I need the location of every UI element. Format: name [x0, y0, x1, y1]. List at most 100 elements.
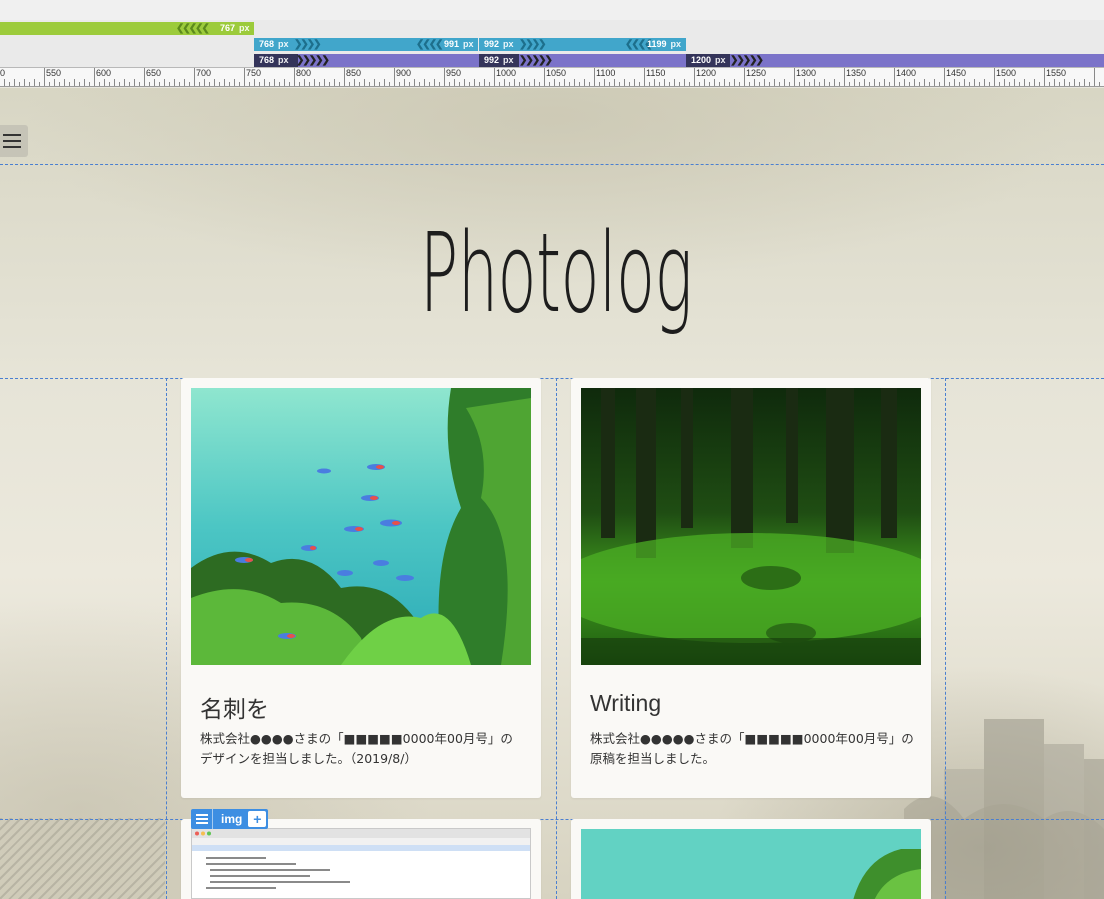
card-description[interactable]: 株式会社●●●●●さまの「■■■■■0000年00月号」の原稿を担当しました。 [590, 729, 914, 769]
ruler-tick [539, 82, 540, 86]
ruler-tick [879, 82, 880, 86]
ruler-tick [1014, 79, 1015, 86]
ruler-label: 950 [446, 68, 462, 78]
ruler-tick [109, 82, 110, 86]
chevron-left-icon: ❮❮❮❮❮ [176, 23, 210, 34]
ruler-tick [144, 68, 145, 86]
ruler-tick [359, 82, 360, 86]
ruler-tick [919, 82, 920, 86]
card-title[interactable]: Writing [590, 690, 661, 717]
media-query-min-992[interactable]: 992 px [479, 54, 519, 67]
ruler-tick [1044, 68, 1045, 86]
ruler-tick [1039, 82, 1040, 86]
ruler-tick [154, 79, 155, 86]
ruler-tick [654, 79, 655, 86]
ruler-tick [819, 82, 820, 86]
media-query-min-1200[interactable]: 1200 px [686, 54, 730, 67]
ruler-tick [989, 82, 990, 86]
ruler-tick [484, 79, 485, 86]
add-class-button[interactable]: + [248, 811, 267, 827]
ruler-tick [869, 82, 870, 86]
portfolio-card[interactable]: 名刺を 株式会社●●●●さまの「■■■■■0000年00月号」のデザインを担当し… [181, 378, 541, 798]
menu-line-icon [195, 822, 208, 824]
ruler-tick [394, 68, 395, 86]
ruler-tick [1059, 82, 1060, 86]
portfolio-card[interactable] [571, 819, 931, 899]
media-query-label: 1200 [691, 55, 712, 65]
ruler-tick [649, 82, 650, 86]
media-query-max-767[interactable]: ❮❮❮❮❮ 767 px [0, 22, 254, 35]
ruler-tick [614, 79, 615, 86]
ruler-tick [1099, 82, 1100, 86]
chevron-right-icon: ❯❯❯❯❯ [296, 55, 330, 66]
media-query-768-991[interactable]: 768 px ❯❯❯❯ ❮❮❮❮ 991 px [254, 38, 478, 51]
moss-forest-photo[interactable] [581, 388, 921, 665]
pixel-ruler[interactable]: 0 550 600 650 700 750 800 850 900 950 1000 1050 1100… [0, 67, 1104, 87]
ruler-tick [49, 82, 50, 86]
element-menu-button[interactable] [191, 809, 213, 829]
media-query-unit: px [503, 55, 514, 65]
ruler-tick [974, 79, 975, 86]
ruler-tick [1029, 82, 1030, 86]
aquarium-fish-photo[interactable] [191, 388, 531, 665]
ruler-tick [54, 79, 55, 86]
ruler-tick [434, 79, 435, 86]
ruler-tick [824, 79, 825, 86]
ruler-tick [354, 79, 355, 86]
ruler-tick [634, 79, 635, 86]
ruler-tick [409, 82, 410, 86]
ruler-tick [4, 79, 5, 86]
media-query-unit: px [239, 23, 250, 33]
page-title[interactable]: Photolog [234, 218, 879, 328]
ruler-label: 700 [196, 68, 212, 78]
media-query-label: 991 [444, 39, 460, 49]
ruler-tick [179, 82, 180, 86]
ruler-tick [724, 79, 725, 86]
ruler-tick [814, 79, 815, 86]
code-editor-screenshot-photo[interactable] [191, 828, 531, 899]
portfolio-card[interactable]: Writing 株式会社●●●●●さまの「■■■■■0000年00月号」の原稿を… [571, 378, 931, 798]
card-description[interactable]: 株式会社●●●●さまの「■■■■■0000年00月号」のデザインを担当しました。… [200, 729, 524, 769]
ruler-label: 1550 [1046, 68, 1067, 78]
ruler-label: 850 [346, 68, 362, 78]
ruler-tick [249, 82, 250, 86]
ruler-tick [404, 79, 405, 86]
ruler-label: 900 [396, 68, 412, 78]
ruler-tick [454, 79, 455, 86]
ruler-tick [624, 79, 625, 86]
ruler-tick [789, 82, 790, 86]
ruler-tick [414, 79, 415, 86]
ruler-tick [929, 82, 930, 86]
ruler-label: 1250 [746, 68, 767, 78]
ruler-tick [734, 79, 735, 86]
ruler-tick [309, 82, 310, 86]
element-tag-label[interactable]: img [213, 809, 248, 829]
ruler-tick [164, 79, 165, 86]
ruler-tick [494, 68, 495, 86]
ruler-tick [24, 79, 25, 86]
ruler-tick [214, 79, 215, 86]
menu-line-icon [3, 146, 21, 148]
ruler-tick [579, 82, 580, 86]
media-query-992-1199[interactable]: 992 px ❯❯❯❯ ❮❮❮❮ 1199 px [479, 38, 686, 51]
aquarium-fish-photo[interactable] [581, 829, 921, 899]
element-selection-toolbar[interactable]: img + [191, 809, 269, 829]
ruler-tick [1064, 79, 1065, 86]
media-query-unit: px [463, 39, 474, 49]
ruler-tick [209, 82, 210, 86]
chevron-right-icon: ❯❯❯❯❯ [730, 55, 764, 66]
ruler-tick [904, 79, 905, 86]
ruler-tick [524, 79, 525, 86]
ruler-tick [829, 82, 830, 86]
ruler-label: 1050 [546, 68, 567, 78]
card-title[interactable]: 名刺を [200, 690, 269, 724]
media-query-label: 1199 [647, 39, 667, 49]
ruler-tick [224, 79, 225, 86]
menu-toggle-button[interactable] [0, 125, 28, 157]
ruler-tick [964, 79, 965, 86]
ruler-tick [779, 82, 780, 86]
media-query-min-768[interactable]: 768 px [254, 54, 298, 67]
ruler-tick [719, 82, 720, 86]
ruler-tick [159, 82, 160, 86]
chevron-right-icon: ❯❯❯❯❯ [519, 55, 553, 66]
